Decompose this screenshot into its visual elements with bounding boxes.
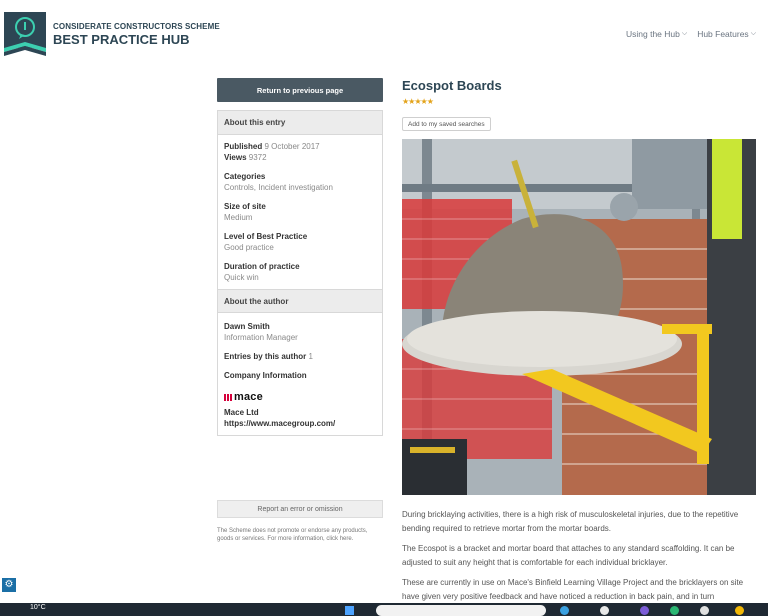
nav-using-the-hub[interactable]: Using the Hub ⌵ — [626, 29, 687, 39]
windows-start-icon[interactable] — [345, 606, 354, 615]
page-title: Ecospot Boards — [402, 78, 502, 93]
nav-label: Hub Features — [697, 29, 749, 39]
size-value: Medium — [224, 213, 253, 222]
published-row: Published 9 October 2017 — [224, 141, 376, 152]
level-value: Good practice — [224, 243, 274, 252]
author-name[interactable]: Dawn Smith — [224, 321, 376, 332]
views-label: Views — [224, 153, 247, 162]
author-role: Information Manager — [224, 333, 298, 342]
company-name: Mace Ltd — [224, 408, 259, 417]
app-icon[interactable] — [670, 606, 679, 615]
entries-row: Entries by this author 1 — [224, 351, 376, 362]
duration-label: Duration of practice — [224, 262, 300, 271]
rating-stars-icon: ★★★★★ — [402, 97, 434, 106]
about-entry-heading: About this entry — [218, 111, 382, 135]
site-header: CONSIDERATE CONSTRUCTORS SCHEME BEST PRA… — [0, 8, 768, 60]
published-label: Published — [224, 142, 263, 151]
gear-icon[interactable]: ⚙ — [2, 578, 16, 592]
categories-value: Controls, Incident investigation — [224, 183, 333, 192]
site-logo[interactable] — [4, 12, 46, 56]
company-url-link[interactable]: https://www.macegroup.com/ — [224, 418, 376, 429]
body-paragraph: These are currently in use on Mace's Bin… — [402, 578, 744, 601]
brand-subtitle: CONSIDERATE CONSTRUCTORS SCHEME — [53, 22, 220, 31]
sidebar: Return to previous page About this entry… — [217, 78, 383, 436]
app-icon[interactable] — [600, 606, 609, 615]
save-search-button[interactable]: Add to my saved searches — [402, 117, 491, 131]
views-value: 9372 — [248, 153, 267, 162]
size-label: Size of site — [224, 202, 266, 211]
folder-icon[interactable] — [735, 606, 744, 615]
entry-photo — [402, 139, 756, 495]
weather-widget[interactable]: 10°C — [30, 604, 46, 611]
app-icon[interactable] — [640, 606, 649, 615]
published-value: 9 October 2017 — [264, 142, 320, 151]
app-icon[interactable] — [560, 606, 569, 615]
taskbar-search-input[interactable] — [376, 605, 546, 616]
top-nav: Using the Hub ⌵ Hub Features ⌵ — [626, 29, 756, 39]
nav-label: Using the Hub — [626, 29, 680, 39]
about-author-heading: About the author — [218, 289, 382, 313]
company-logo: mace — [224, 391, 376, 403]
duration-value: Quick win — [224, 273, 259, 282]
brand-title[interactable]: BEST PRACTICE HUB — [53, 32, 190, 47]
views-row: Views 9372 — [224, 152, 376, 163]
body-paragraph: During bricklaying activities, there is … — [402, 510, 739, 533]
mace-logo-icon — [224, 393, 232, 401]
body-paragraph: The Ecospot is a bracket and mortar boar… — [402, 544, 735, 567]
categories-label: Categories — [224, 172, 266, 181]
return-button[interactable]: Return to previous page — [217, 78, 383, 102]
chevron-down-icon: ⌵ — [750, 30, 756, 37]
company-logo-text: mace — [234, 391, 263, 403]
entry-info-panel: About this entry Published 9 October 201… — [217, 110, 383, 436]
entries-value: 1 — [308, 352, 313, 361]
disclaimer-text: The Scheme does not promote or endorse a… — [217, 528, 368, 542]
app-icon[interactable] — [700, 606, 709, 615]
nav-hub-features[interactable]: Hub Features ⌵ — [697, 29, 756, 39]
chevron-down-icon: ⌵ — [681, 30, 688, 37]
level-label: Level of Best Practice — [224, 232, 308, 241]
os-taskbar: 10°C — [0, 603, 768, 616]
entries-label: Entries by this author — [224, 352, 307, 361]
company-info-label: Company Information — [224, 371, 307, 380]
about-author-body: Dawn Smith Information Manager Entries b… — [218, 313, 382, 435]
report-error-button[interactable]: Report an error or omission — [217, 500, 383, 518]
about-entry-body: Published 9 October 2017 Views 9372 Cate… — [218, 135, 382, 289]
